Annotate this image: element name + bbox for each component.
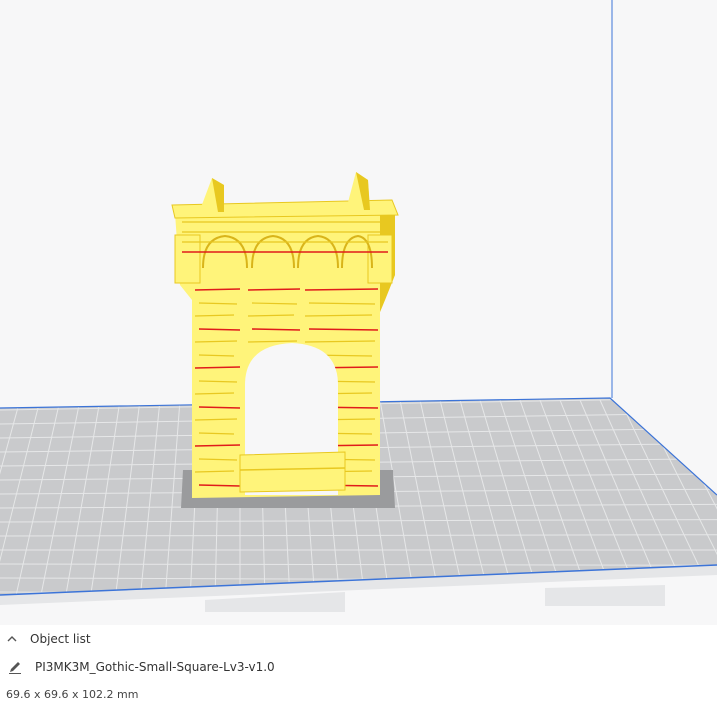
object-list-label: Object list bbox=[30, 632, 91, 646]
gothic-arch-model[interactable] bbox=[171, 172, 399, 498]
3d-viewport[interactable] bbox=[0, 0, 717, 625]
object-list-toggle[interactable]: Object list bbox=[6, 631, 91, 647]
object-list-panel: Object list PI3MK3M_Gothic-Small-Square-… bbox=[0, 625, 717, 706]
chevron-up-icon bbox=[7, 636, 17, 642]
object-dimensions: 69.6 x 69.6 x 102.2 mm bbox=[6, 687, 138, 701]
object-name: PI3MK3M_Gothic-Small-Square-Lv3-v1.0 bbox=[35, 660, 275, 674]
pencil-icon[interactable] bbox=[8, 660, 22, 674]
object-list-item[interactable]: PI3MK3M_Gothic-Small-Square-Lv3-v1.0 bbox=[8, 658, 275, 676]
dimensions-text: 69.6 x 69.6 x 102.2 mm bbox=[6, 687, 139, 701]
